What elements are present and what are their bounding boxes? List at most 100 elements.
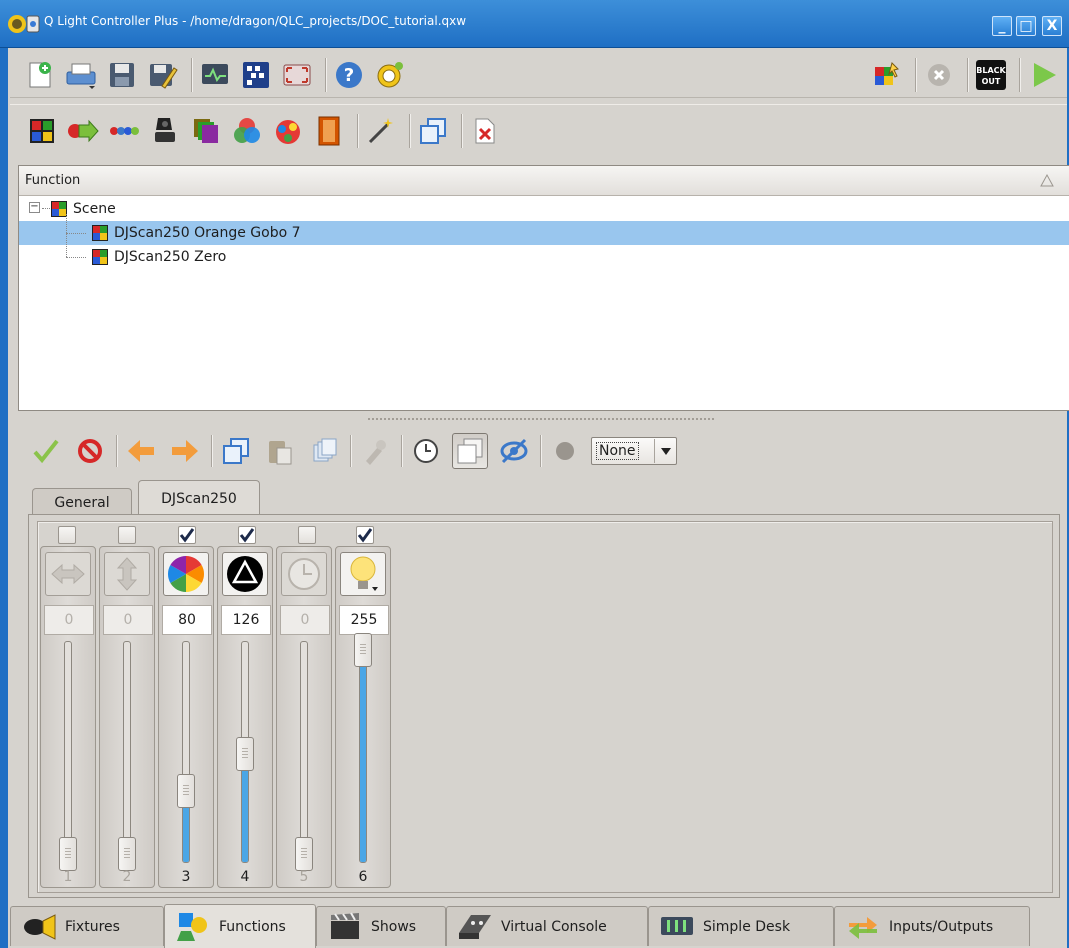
channel-enable-checkbox[interactable] — [298, 526, 316, 544]
slider-handle[interactable] — [59, 837, 77, 871]
open-project-icon[interactable] — [63, 57, 99, 93]
channel-slider-1[interactable]: 0 1 — [40, 546, 96, 888]
new-show-icon[interactable] — [311, 113, 347, 149]
speed-dial-icon[interactable] — [408, 433, 444, 469]
channel-enable-checkbox[interactable] — [58, 526, 76, 544]
monitor-icon[interactable] — [197, 57, 233, 93]
tab-view-icon[interactable] — [452, 433, 488, 469]
speed-icon[interactable] — [281, 552, 327, 596]
save-project-icon[interactable] — [104, 57, 140, 93]
previous-tab-icon[interactable] — [123, 433, 159, 469]
toolbar-separator — [116, 435, 117, 467]
channel-value[interactable]: 126 — [221, 605, 271, 635]
pan-icon[interactable] — [45, 552, 91, 596]
tree-folder-scene[interactable]: Scene — [19, 197, 1069, 221]
slider-handle[interactable] — [236, 737, 254, 772]
slider-handle[interactable] — [295, 837, 313, 871]
slider-track[interactable] — [359, 641, 367, 863]
channel-slider-3[interactable]: 80 3 — [158, 546, 214, 888]
paste-icon[interactable] — [262, 433, 298, 469]
blackout-icon[interactable]: BLACK OUT — [973, 57, 1009, 93]
function-name: DJScan250 Orange Gobo 7 — [114, 225, 301, 241]
blind-mode-icon[interactable] — [496, 433, 532, 469]
tilt-icon[interactable] — [104, 552, 150, 596]
channel-slider-6[interactable]: 255 6 — [335, 546, 391, 888]
fixture-group-select[interactable]: None — [591, 437, 677, 465]
tab-general[interactable]: General — [32, 488, 132, 516]
function-tree[interactable]: Function − Scene DJScan250 Orange Gobo 7… — [18, 165, 1069, 411]
enable-all-icon[interactable] — [28, 433, 64, 469]
address-tool-icon[interactable] — [238, 57, 274, 93]
tree-item[interactable]: DJScan250 Zero — [19, 245, 1069, 269]
channel-value[interactable]: 0 — [280, 605, 330, 635]
tab-inputs-outputs[interactable]: Inputs/Outputs — [834, 906, 1030, 946]
tab-functions[interactable]: Functions — [164, 904, 316, 948]
gobo-icon[interactable] — [222, 552, 268, 596]
channel-enable-checkbox[interactable] — [118, 526, 136, 544]
tab-shows[interactable]: Shows — [316, 906, 446, 946]
slider-track[interactable] — [300, 641, 308, 863]
qlc-app-icon[interactable] — [6, 12, 40, 36]
maximize-button[interactable]: □ — [1016, 16, 1036, 36]
slider-handle[interactable] — [177, 773, 195, 808]
channel-enable-checkbox[interactable] — [238, 526, 256, 544]
tab-fixtures[interactable]: Fixtures — [10, 906, 164, 946]
minimize-button[interactable]: _ — [992, 16, 1012, 36]
copy-icon[interactable] — [218, 433, 254, 469]
new-collection-icon[interactable] — [188, 113, 224, 149]
record-icon[interactable] — [547, 433, 583, 469]
channel-slider-4[interactable]: 126 4 — [217, 546, 273, 888]
sort-indicator-icon[interactable] — [1039, 172, 1055, 188]
toolbar-separator — [967, 57, 968, 92]
color-wheel-icon[interactable] — [163, 552, 209, 596]
tab-virtual-console[interactable]: Virtual Console — [446, 906, 648, 946]
disable-all-icon[interactable] — [72, 433, 108, 469]
channel-slider-2[interactable]: 0 2 — [99, 546, 155, 888]
save-as-icon[interactable] — [145, 57, 181, 93]
close-button[interactable]: X — [1042, 16, 1062, 36]
function-column-header: Function — [25, 173, 81, 188]
tab-label: Inputs/Outputs — [889, 918, 994, 935]
clone-function-icon[interactable] — [415, 113, 451, 149]
channel-value[interactable]: 0 — [44, 605, 94, 635]
channel-slider-5[interactable]: 0 5 — [276, 546, 332, 888]
intensity-icon[interactable] — [340, 552, 386, 596]
channel-enable-checkbox[interactable] — [356, 526, 374, 544]
operate-mode-icon[interactable] — [1025, 57, 1061, 93]
tab-djscan250[interactable]: DJScan250 — [138, 480, 260, 516]
delete-function-icon[interactable] — [467, 113, 503, 149]
slider-handle[interactable] — [118, 837, 136, 871]
channel-value[interactable]: 80 — [162, 605, 212, 635]
stop-all-icon[interactable] — [921, 57, 957, 93]
channel-value[interactable]: 255 — [339, 605, 389, 635]
channel-enable-checkbox[interactable] — [178, 526, 196, 544]
new-scene-icon[interactable] — [24, 113, 60, 149]
channel-value[interactable]: 0 — [103, 605, 153, 635]
chevron-down-icon[interactable] — [654, 439, 676, 463]
help-icon[interactable]: ? — [331, 57, 367, 93]
new-script-icon[interactable] — [270, 113, 306, 149]
slider-track[interactable] — [182, 641, 190, 863]
channel-number: 5 — [299, 869, 309, 885]
slider-handle[interactable] — [354, 633, 372, 667]
new-sequence-icon[interactable] — [106, 113, 142, 149]
function-wizard-icon[interactable] — [363, 113, 399, 149]
color-tool-icon[interactable] — [357, 433, 393, 469]
copy-to-all-icon[interactable] — [306, 433, 342, 469]
scene-icon — [92, 249, 108, 265]
tree-item[interactable]: DJScan250 Orange Gobo 7 — [19, 221, 1069, 245]
slider-track[interactable] — [123, 641, 131, 863]
channel-number: 4 — [240, 869, 250, 885]
new-rgb-matrix-icon[interactable] — [229, 113, 265, 149]
new-efx-icon[interactable] — [147, 113, 183, 149]
tree-header[interactable]: Function — [19, 166, 1069, 196]
new-project-icon[interactable] — [22, 57, 58, 93]
fullscreen-icon[interactable] — [279, 57, 315, 93]
next-tab-icon[interactable] — [167, 433, 203, 469]
slider-track[interactable] — [64, 641, 72, 863]
splitter-handle[interactable] — [368, 418, 714, 420]
tab-simple-desk[interactable]: Simple Desk — [648, 906, 834, 946]
live-edit-icon[interactable] — [869, 57, 905, 93]
about-icon[interactable] — [372, 57, 408, 93]
new-chaser-icon[interactable] — [65, 113, 101, 149]
